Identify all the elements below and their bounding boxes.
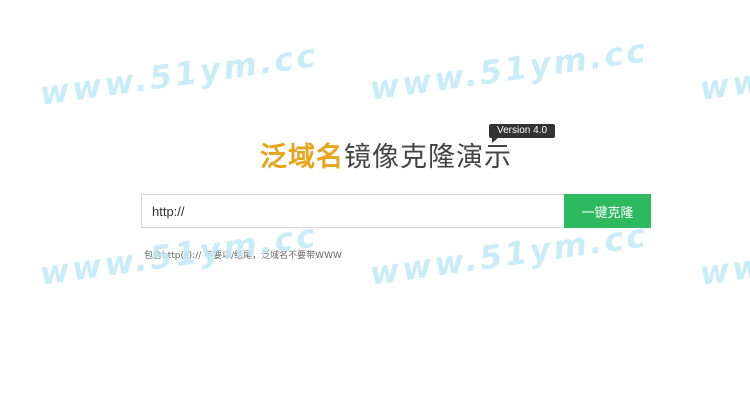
watermark-text: www.51ym.cc <box>697 31 750 108</box>
watermark-text: www.51ym.cc <box>367 31 651 108</box>
watermark-text: www.51ym.cc <box>37 36 321 113</box>
clone-form: 一键克隆 <box>141 194 651 228</box>
logo-brand: 泛域名 <box>260 141 344 173</box>
logo-title: 镜像克隆演示 <box>344 141 512 173</box>
clone-button[interactable]: 一键克隆 <box>564 194 651 228</box>
input-hint: 包含http(s):// 不要以/结尾，泛域名不要带WWW <box>144 251 342 261</box>
site-logo: 泛域名 镜像克隆演示 <box>260 137 512 173</box>
watermark-text: www.51ym.cc <box>697 216 750 293</box>
url-input[interactable] <box>141 194 564 228</box>
version-badge: Version 4.0 <box>489 124 556 143</box>
